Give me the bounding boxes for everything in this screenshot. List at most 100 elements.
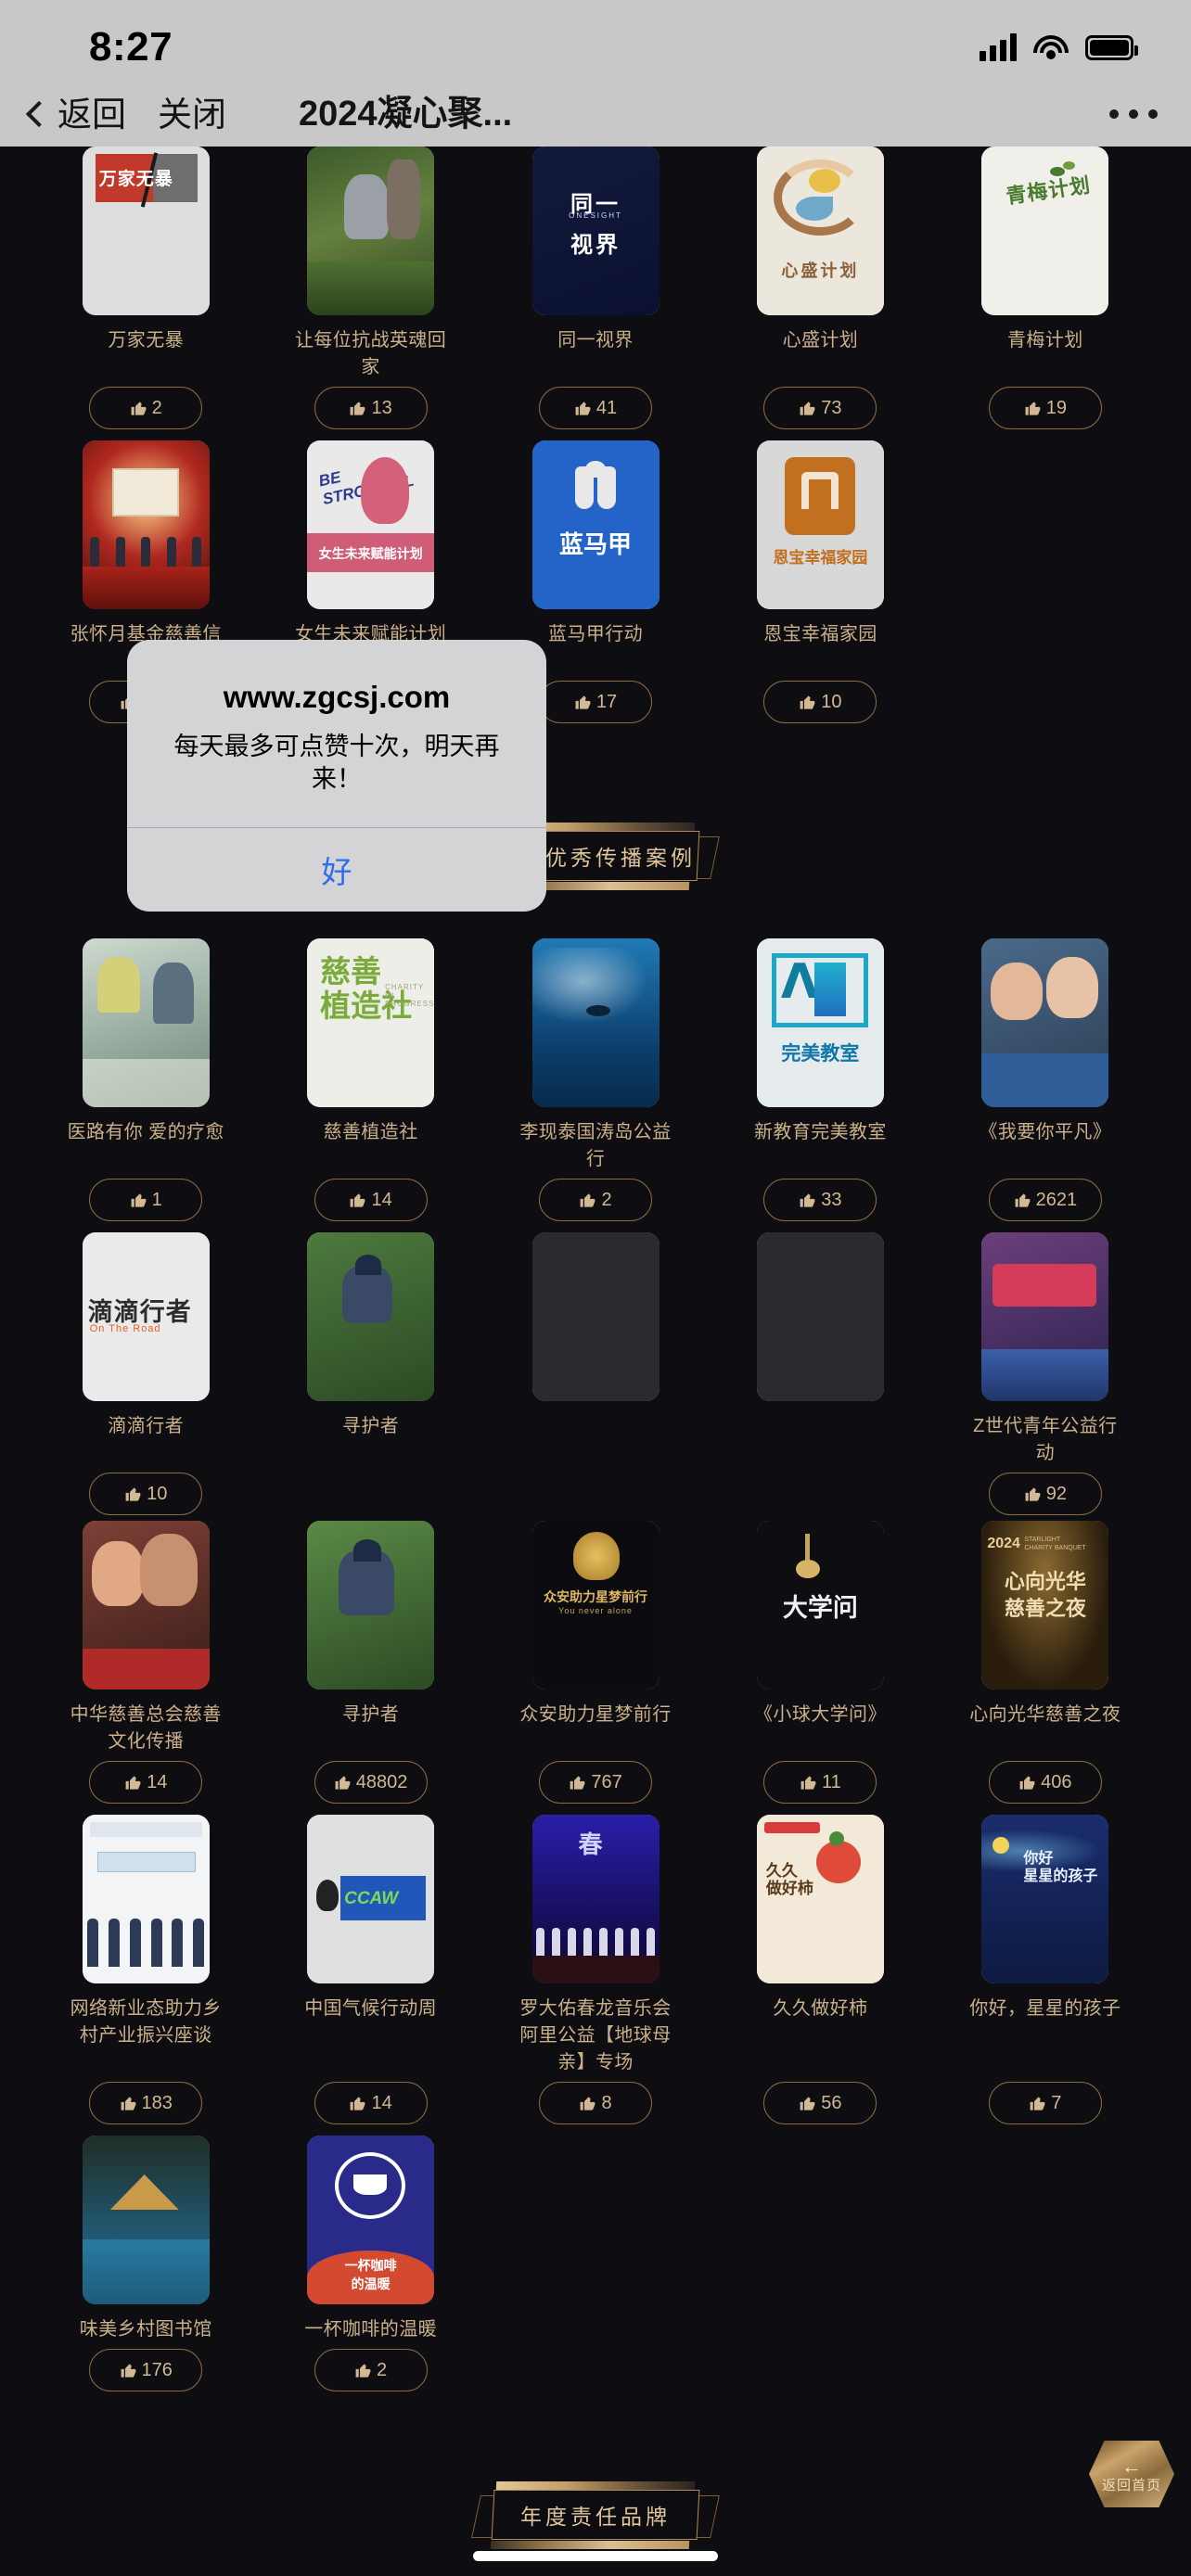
project-name: 青梅计划 bbox=[1007, 330, 1083, 351]
project-thumbnail[interactable] bbox=[531, 938, 660, 1107]
card-cell: 大学问 《小球大学问》 bbox=[708, 1521, 932, 1755]
project-thumbnail[interactable]: BESTRONGIRL女生未来赋能计划 bbox=[307, 440, 435, 609]
alert-dialog: www.zgcsj.com 每天最多可点赞十次，明天再来！ 好 bbox=[127, 640, 546, 912]
project-thumbnail[interactable]: 心盛计划 bbox=[756, 147, 884, 315]
thumbs-up-icon bbox=[120, 2362, 137, 2379]
project-thumbnail[interactable] bbox=[307, 1521, 435, 1690]
project-thumbnail[interactable]: 万家无暴 bbox=[82, 147, 210, 315]
like-button-青梅计划[interactable]: 19 bbox=[988, 387, 1102, 429]
like-button-久久做好柿[interactable]: 56 bbox=[763, 2082, 877, 2124]
like-row: 183 14 8 56 7 bbox=[0, 2082, 1191, 2124]
project-thumbnail[interactable] bbox=[82, 938, 210, 1107]
project-thumbnail[interactable]: CCAW bbox=[307, 1815, 435, 1983]
thumbs-up-icon bbox=[579, 2095, 596, 2112]
like-cell bbox=[708, 2349, 932, 2391]
card-cell: ᐱ 完美教室 新教育完美教室 bbox=[708, 938, 932, 1173]
project-thumbnail[interactable]: 一杯咖啡 的温暖 bbox=[307, 2136, 435, 2304]
like-button-李现泰国涛岛公益行[interactable]: 2 bbox=[539, 1179, 653, 1221]
card-cell: 网络新业态助力乡村产业振兴座谈 bbox=[33, 1815, 258, 2076]
like-button-罗大佑春龙音乐会阿里公益【地球母亲】专场[interactable]: 8 bbox=[539, 2082, 653, 2124]
project-thumbnail[interactable] bbox=[82, 440, 210, 609]
project-name: 李现泰国涛岛公益行 bbox=[519, 1122, 672, 1169]
like-button-中华慈善总会慈善文化传播[interactable]: 14 bbox=[89, 1761, 203, 1804]
like-button-同一视界[interactable]: 41 bbox=[539, 387, 653, 429]
like-button-一杯咖啡的温暖[interactable]: 2 bbox=[314, 2349, 428, 2391]
like-button-心盛计划[interactable]: 73 bbox=[763, 387, 877, 429]
like-button-你好，星星的孩子[interactable]: 7 bbox=[988, 2082, 1102, 2124]
like-cell: 19 bbox=[933, 387, 1158, 429]
like-button-恩宝幸福家园[interactable]: 10 bbox=[763, 681, 877, 723]
like-button-寻护者[interactable]: 48802 bbox=[314, 1761, 428, 1804]
back-button[interactable]: 返回 bbox=[25, 97, 126, 132]
thumbs-up-icon bbox=[1024, 400, 1042, 417]
like-count: 406 bbox=[1041, 1772, 1072, 1792]
project-thumbnail[interactable] bbox=[756, 1232, 884, 1401]
like-button-Z世代青年公益行动[interactable]: 92 bbox=[988, 1473, 1102, 1515]
project-thumbnail[interactable]: 同一 ONESIGHT 视界 bbox=[531, 147, 660, 315]
section-banner: 年度责任品牌 bbox=[0, 2481, 1191, 2549]
like-cell: 14 bbox=[33, 1761, 258, 1804]
like-button-新教育完美教室[interactable]: 33 bbox=[763, 1179, 877, 1221]
project-thumbnail[interactable]: 恩宝幸福家园 bbox=[756, 440, 884, 609]
like-button-蓝马甲行动[interactable]: 17 bbox=[539, 681, 653, 723]
card-cell: CCAW 中国气候行动周 bbox=[258, 1815, 482, 2076]
project-thumbnail[interactable]: 久久 做好柿 bbox=[756, 1815, 884, 1983]
like-cell bbox=[933, 2349, 1158, 2391]
card-cell: 一杯咖啡 的温暖 一杯咖啡的温暖 bbox=[258, 2136, 482, 2343]
like-button-万家无暴[interactable]: 2 bbox=[89, 387, 203, 429]
project-thumbnail[interactable] bbox=[82, 1521, 210, 1690]
like-count: 11 bbox=[822, 1772, 841, 1792]
project-thumbnail[interactable] bbox=[307, 147, 435, 315]
project-name: 《我要你平凡》 bbox=[979, 1122, 1112, 1142]
project-thumbnail[interactable]: 2024 STARLIGHT CHARITY BANQUET 心向光华 慈善之夜 bbox=[981, 1521, 1109, 1690]
battery-icon bbox=[1085, 34, 1138, 60]
project-name: 滴滴行者 bbox=[108, 1416, 184, 1436]
card-cell: 心盛计划 心盛计划 bbox=[708, 147, 932, 381]
project-thumbnail[interactable]: 众安助力星梦前行 You never alone bbox=[531, 1521, 660, 1690]
project-thumbnail[interactable]: 你好 星星的孩子 bbox=[981, 1815, 1109, 1983]
like-button-《小球大学问》[interactable]: 11 bbox=[763, 1761, 877, 1804]
banner-box: 年度责任品牌 bbox=[491, 2490, 700, 2540]
card-cell: 2024 STARLIGHT CHARITY BANQUET 心向光华 慈善之夜 心向光华… bbox=[933, 1521, 1158, 1755]
project-name: 蓝马甲行动 bbox=[548, 624, 644, 644]
close-button[interactable]: 关闭 bbox=[158, 97, 226, 132]
like-count: 8 bbox=[601, 2093, 612, 2113]
card-cell bbox=[708, 2136, 932, 2343]
project-thumbnail[interactable] bbox=[82, 2136, 210, 2304]
project-thumbnail[interactable]: 滴滴行者 On The Road bbox=[82, 1232, 210, 1401]
like-cell: 33 bbox=[708, 1179, 932, 1221]
project-thumbnail[interactable] bbox=[531, 1232, 660, 1401]
alert-ok-button[interactable]: 好 bbox=[127, 828, 546, 912]
project-thumbnail[interactable] bbox=[82, 1815, 210, 1983]
project-thumbnail[interactable]: 大学问 bbox=[756, 1521, 884, 1690]
project-thumbnail[interactable] bbox=[981, 1232, 1109, 1401]
like-button-味美乡村图书馆[interactable]: 176 bbox=[89, 2349, 203, 2391]
project-thumbnail[interactable]: 春 bbox=[531, 1815, 660, 1983]
like-button-众安助力星梦前行[interactable]: 767 bbox=[539, 1761, 653, 1804]
like-count: 73 bbox=[821, 398, 842, 418]
project-name: 味美乡村图书馆 bbox=[79, 2319, 212, 2340]
like-button-医路有你 爱的疗愈[interactable]: 1 bbox=[89, 1179, 203, 1221]
like-button-《我要你平凡》[interactable]: 2621 bbox=[988, 1179, 1102, 1221]
like-count: 14 bbox=[371, 2093, 392, 2113]
like-cell: 2 bbox=[33, 387, 258, 429]
project-thumbnail[interactable]: 蓝马甲 bbox=[531, 440, 660, 609]
like-button-让每位抗战英魂回家[interactable]: 13 bbox=[314, 387, 428, 429]
like-button-网络新业态助力乡村产业振兴座谈[interactable]: 183 bbox=[89, 2082, 203, 2124]
thumbs-up-icon bbox=[124, 1774, 142, 1792]
thumbs-up-icon bbox=[574, 400, 592, 417]
like-count: 10 bbox=[821, 692, 842, 712]
project-thumbnail[interactable] bbox=[981, 938, 1109, 1107]
like-button-滴滴行者[interactable]: 10 bbox=[89, 1473, 203, 1515]
project-thumbnail[interactable]: 青梅计划 bbox=[981, 147, 1109, 315]
like-button-慈善植造社[interactable]: 14 bbox=[314, 1179, 428, 1221]
project-thumbnail[interactable]: 慈善 植造社 CHARITY IN PROGRESS bbox=[307, 938, 435, 1107]
section-banner-label: 年度责任品牌 bbox=[520, 2505, 671, 2529]
card-cell: 滴滴行者 On The Road 滴滴行者 bbox=[33, 1232, 258, 1467]
more-options-button[interactable] bbox=[1109, 109, 1158, 119]
like-button-心向光华慈善之夜[interactable]: 406 bbox=[988, 1761, 1102, 1804]
project-thumbnail[interactable]: ᐱ 完美教室 bbox=[756, 938, 884, 1107]
like-button-中国气候行动周[interactable]: 14 bbox=[314, 2082, 428, 2124]
project-thumbnail[interactable] bbox=[307, 1232, 435, 1401]
back-to-home-button[interactable]: ← 返回首页 bbox=[1089, 2441, 1174, 2507]
